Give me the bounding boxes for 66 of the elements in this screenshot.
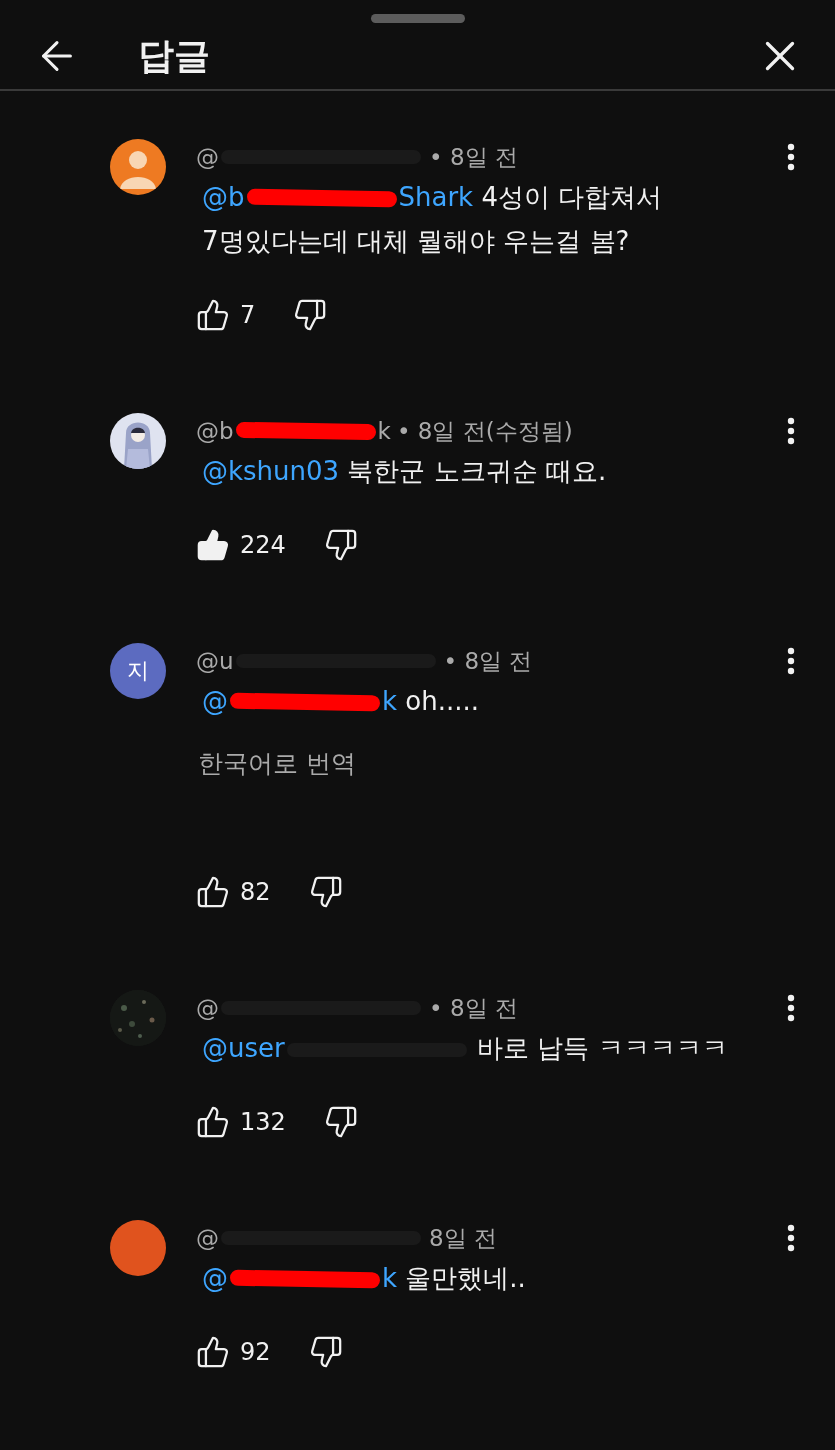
- more-icon: [787, 417, 795, 445]
- like-count: 132: [240, 1108, 286, 1136]
- comment-time: • 8일 전(수정됨): [396, 416, 573, 446]
- author-name[interactable]: @: [196, 144, 219, 170]
- more-button[interactable]: [787, 994, 795, 1022]
- thumbs-up-icon: [196, 298, 230, 332]
- thumbs-up-icon: [196, 875, 230, 909]
- thumbs-down-icon: [308, 875, 343, 909]
- mention-link[interactable]: Shark: [398, 182, 474, 212]
- more-button[interactable]: [787, 417, 795, 445]
- avatar-letter: 지: [127, 657, 149, 685]
- author-name[interactable]: @b: [196, 418, 234, 444]
- more-icon: [787, 647, 795, 675]
- thumbs-up-icon: [196, 1335, 230, 1369]
- thumbs-up-icon: [196, 528, 230, 562]
- comment-text: @ k 울만했네..: [202, 1262, 527, 1295]
- mention-link[interactable]: @b: [202, 182, 245, 212]
- more-icon: [787, 1224, 795, 1252]
- like-count: 7: [240, 301, 256, 329]
- comment-time: • 8일 전: [429, 142, 518, 172]
- more-button[interactable]: [787, 143, 795, 171]
- author-name[interactable]: @: [196, 995, 219, 1021]
- author-name[interactable]: @: [196, 1225, 219, 1251]
- mention-link[interactable]: @user: [202, 1033, 285, 1063]
- like-count: 92: [240, 1338, 271, 1366]
- dislike-button[interactable]: [308, 875, 343, 909]
- avatar[interactable]: 지: [110, 643, 166, 699]
- comment-time: • 8일 전: [429, 993, 518, 1023]
- mention-link[interactable]: @: [202, 686, 228, 716]
- comment-text: @kshun03 북한군 노크귀순 때요.: [202, 455, 608, 488]
- mention-link[interactable]: k: [382, 686, 398, 716]
- page-title: 답글: [138, 33, 211, 78]
- translate-link[interactable]: 한국어로 번역: [196, 747, 795, 780]
- thumbs-down-icon: [293, 298, 328, 332]
- avatar[interactable]: [110, 139, 166, 195]
- dislike-button[interactable]: [293, 298, 328, 332]
- author-name[interactable]: k: [377, 418, 391, 444]
- mention-link[interactable]: @kshun03: [202, 456, 340, 486]
- drag-handle[interactable]: [370, 14, 465, 23]
- mention-link[interactable]: @: [202, 1263, 228, 1293]
- comment-text: @b Shark 4성이 다합쳐서 7명있다는데 대체 뭘해야 우는걸 봄?: [202, 181, 664, 258]
- author-name[interactable]: @u: [196, 648, 234, 674]
- like-button[interactable]: 132: [196, 1105, 286, 1139]
- dislike-button[interactable]: [323, 1105, 358, 1139]
- avatar[interactable]: [110, 413, 166, 469]
- like-button[interactable]: 82: [196, 875, 271, 909]
- comment-time: 8일 전: [429, 1223, 497, 1253]
- more-button[interactable]: [787, 1224, 795, 1252]
- like-button[interactable]: 224: [196, 528, 286, 562]
- like-count: 82: [240, 878, 271, 906]
- mention-link[interactable]: k: [382, 1263, 398, 1293]
- comment-text: @user 바로 납득 ㅋㅋㅋㅋㅋ: [202, 1032, 729, 1065]
- comment-text: @ k oh.....: [202, 685, 481, 718]
- comment-time: • 8일 전: [443, 646, 533, 676]
- like-button[interactable]: 92: [196, 1335, 271, 1369]
- like-button[interactable]: 7: [196, 298, 256, 332]
- thumbs-down-icon: [308, 1335, 343, 1369]
- thumbs-down-icon: [323, 1105, 358, 1139]
- dislike-button[interactable]: [308, 1335, 343, 1369]
- more-icon: [787, 143, 795, 171]
- thumbs-down-icon: [323, 528, 358, 562]
- thumbs-up-icon: [196, 1105, 230, 1139]
- more-icon: [787, 994, 795, 1022]
- dislike-button[interactable]: [323, 528, 358, 562]
- more-button[interactable]: [787, 647, 795, 675]
- like-count: 224: [240, 531, 286, 559]
